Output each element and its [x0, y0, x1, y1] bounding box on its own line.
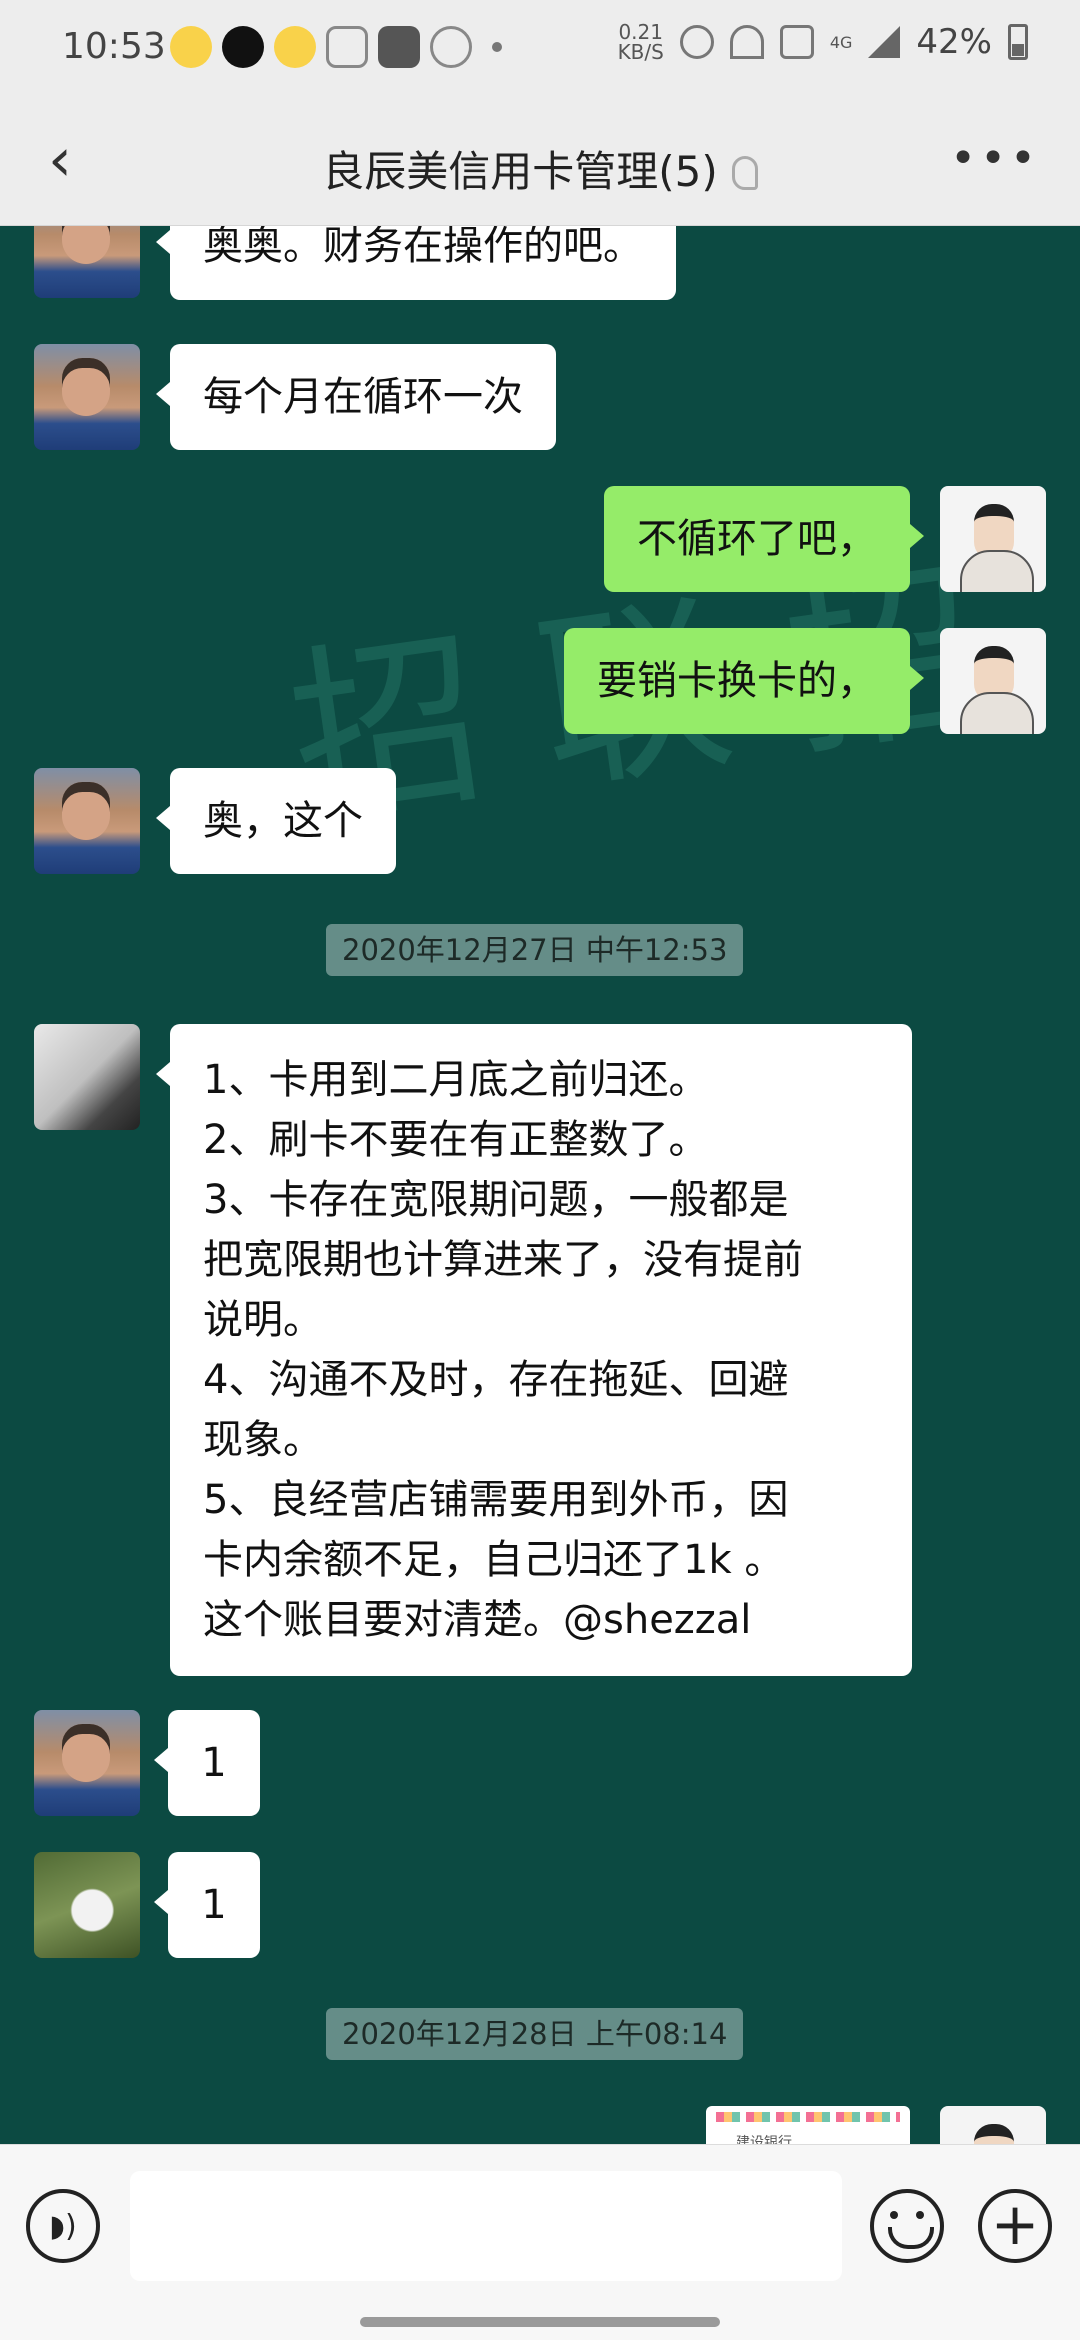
avatar[interactable] — [34, 1710, 140, 1816]
message-bubble[interactable]: 1 — [154, 1852, 260, 1958]
mute-icon — [779, 25, 814, 59]
battery-icon — [1008, 24, 1028, 60]
alarm-icon — [679, 25, 714, 59]
message-text: 奥，这个 — [203, 798, 363, 844]
message-line: 3、卡存在宽限期问题，一般都是 — [203, 1177, 789, 1223]
message-bubble[interactable]: 每个月在循环一次 — [156, 344, 556, 450]
home-indicator[interactable] — [360, 2317, 720, 2327]
message-text: 要销卡换卡的， — [597, 658, 877, 704]
signal-icon — [868, 26, 901, 58]
avatar[interactable] — [34, 1024, 140, 1130]
message-bubble[interactable]: 1、卡用到二月底之前归还。 2、刷卡不要在有正整数了。 3、卡存在宽限期问题，一… — [156, 1024, 912, 1676]
weibo-icon — [170, 26, 212, 68]
message-bubble[interactable]: 奥奥。财务在操作的吧。 — [156, 226, 676, 300]
message-bubble-self[interactable]: 不循环了吧， — [604, 486, 924, 592]
avatar-self[interactable] — [940, 2106, 1046, 2144]
timestamp: 2020年12月27日 中午12:53 — [326, 924, 744, 976]
message-line: 现象。 — [203, 1417, 323, 1463]
message-line: 把宽限期也计算进来了，没有提前 — [203, 1237, 803, 1283]
message-text: 不循环了吧， — [637, 516, 877, 562]
document-icon — [326, 26, 368, 68]
battery-percent: 42% — [916, 22, 992, 62]
message-line: 这个账目要对清楚。@shezzal — [203, 1597, 752, 1643]
avatar[interactable] — [34, 226, 140, 298]
message-line: 1、卡用到二月底之前归还。 — [203, 1057, 709, 1103]
message-list[interactable]: 招 联 招 奥奥。财务在操作的吧。 每个月在循环一次 不循环了吧， 要销卡换卡的… — [0, 226, 1080, 2144]
avatar[interactable] — [34, 1852, 140, 1958]
earpiece-mode-icon — [731, 156, 758, 190]
chat-title: 良辰美信用卡管理(5) — [322, 147, 718, 196]
voice-icon: ◗) — [49, 2208, 77, 2244]
message-text: 1 — [201, 1740, 227, 1786]
message-line: 4、沟通不及时，存在拖延、回避 — [203, 1357, 789, 1403]
message-bubble[interactable]: 1 — [154, 1710, 260, 1816]
plus-icon: + — [990, 2190, 1040, 2258]
avatar[interactable] — [34, 344, 140, 450]
thumbnail-icons — [716, 2112, 900, 2122]
message-bubble-self[interactable]: 要销卡换卡的， — [564, 628, 924, 734]
tiktok-icon — [222, 26, 264, 68]
message-text: 每个月在循环一次 — [203, 374, 523, 420]
alarm-icon — [430, 26, 472, 68]
dot-icon — [492, 42, 502, 52]
message-text: 奥奥。财务在操作的吧。 — [203, 226, 643, 269]
net-speed-value: 0.21 — [618, 20, 663, 44]
app-icon — [378, 26, 420, 68]
net-speed-unit: KB/S — [617, 40, 664, 64]
image-message[interactable]: 建设银行 — [706, 2106, 910, 2144]
chat-header: ‹ 良辰美信用卡管理(5) ••• — [0, 100, 1080, 226]
chat-title-wrap: 良辰美信用卡管理(5) — [0, 138, 1080, 199]
plus-button[interactable]: + — [978, 2189, 1052, 2263]
message-text: 1 — [201, 1882, 227, 1928]
status-right: 0.21 KB/S 4G 42% — [618, 22, 1028, 62]
thumbnail-caption: 建设银行 — [736, 2135, 792, 2144]
message-line: 5、良经营店铺需要用到外币，因 — [203, 1477, 789, 1523]
network-type: 4G — [829, 32, 853, 52]
avatar[interactable] — [34, 768, 140, 874]
avatar-self[interactable] — [940, 628, 1046, 734]
message-bubble[interactable]: 奥，这个 — [156, 768, 396, 874]
weibo-icon — [274, 26, 316, 68]
emoji-button[interactable] — [870, 2189, 944, 2263]
hotspot-icon — [729, 25, 764, 59]
input-bar: ◗) + — [0, 2144, 1080, 2340]
voice-button[interactable]: ◗) — [26, 2189, 100, 2263]
net-speed: 0.21 KB/S — [618, 22, 664, 62]
more-dots-icon: ••• — [950, 133, 1040, 184]
status-bar: 10:53 0.21 KB/S 4G 42% — [0, 0, 1080, 100]
notification-icons — [170, 26, 502, 68]
message-line: 2、刷卡不要在有正整数了。 — [203, 1117, 709, 1163]
status-time: 10:53 — [62, 26, 166, 67]
timestamp: 2020年12月28日 上午08:14 — [326, 2008, 744, 2060]
more-button[interactable]: ••• — [950, 137, 1040, 181]
message-input[interactable] — [130, 2171, 842, 2281]
avatar-self[interactable] — [940, 486, 1046, 592]
message-line: 卡内余额不足，自己归还了1k 。 — [203, 1537, 785, 1583]
message-line: 说明。 — [203, 1297, 323, 1343]
